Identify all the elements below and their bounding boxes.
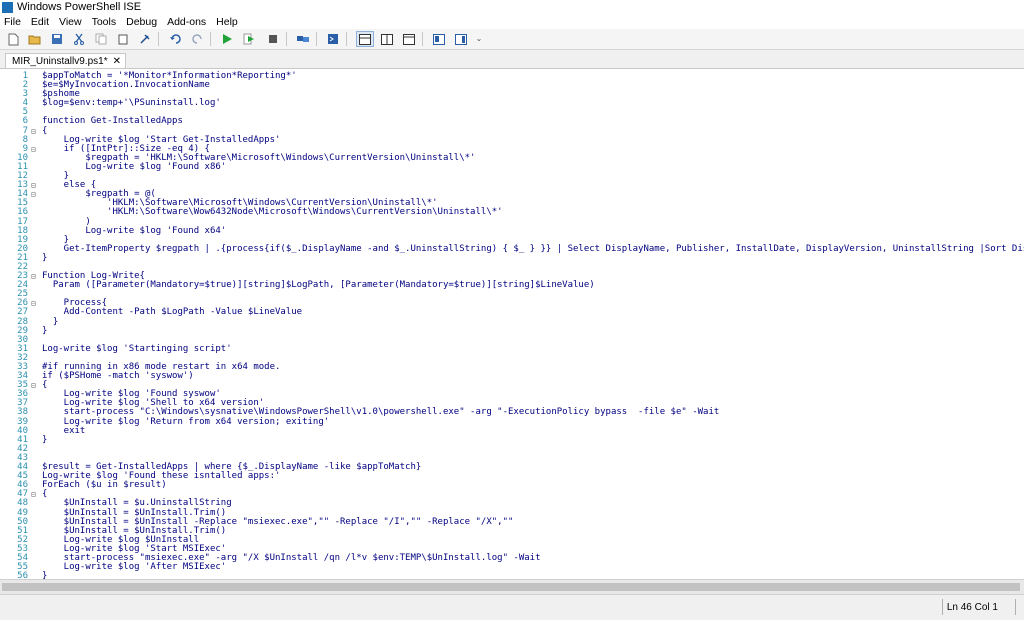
toolbar-separator: [286, 32, 287, 46]
code-line: 40 exit: [0, 425, 1024, 436]
code-text: ForEach ($u in $result): [42, 480, 167, 491]
fold-toggle-icon[interactable]: ⊟: [31, 145, 39, 154]
script-editor[interactable]: 1 $appToMatch = '*Monitor*Information*Rep…: [0, 68, 1024, 580]
show-commands-icon[interactable]: [454, 32, 468, 46]
code-line: 27 Add-Content -Path $LogPath -Value $Li…: [0, 308, 1024, 317]
layout-max-icon[interactable]: [402, 32, 416, 46]
fold-toggle-icon[interactable]: ⊟: [31, 127, 39, 136]
save-icon[interactable]: [50, 32, 64, 46]
code-line: 31 Log-write $log 'Startinging script': [0, 343, 1024, 354]
layout-top-icon[interactable]: [356, 31, 374, 47]
fold-toggle-icon[interactable]: ⊟: [31, 272, 39, 281]
code-line: 29}: [0, 325, 1024, 336]
fold-toggle-icon[interactable]: ⊟: [31, 181, 39, 190]
title-bar: Windows PowerShell ISE: [0, 0, 1024, 15]
tab-label: MIR_Uninstallv9.ps1*: [12, 56, 108, 67]
undo-icon[interactable]: [168, 32, 182, 46]
layout-right-icon[interactable]: [380, 32, 394, 46]
paste-icon[interactable]: [116, 32, 130, 46]
code-line: 11 Log-write $log 'Found x86': [0, 161, 1024, 172]
tab-script[interactable]: MIR_Uninstallv9.ps1* ✕: [5, 53, 126, 69]
status-bar: Ln 46 Col 1: [0, 594, 1024, 620]
cursor-position: Ln 46 Col 1: [946, 602, 998, 613]
code-text: exit: [42, 425, 86, 436]
code-text: 'HKLM:\Software\Wow6432Node\Microsoft\Wi…: [42, 207, 503, 218]
toolbar: ⌄: [0, 29, 1024, 50]
run-icon[interactable]: [220, 32, 234, 46]
horizontal-scrollbar[interactable]: [0, 579, 1024, 594]
show-script-icon[interactable]: [432, 32, 446, 46]
fold-toggle-icon[interactable]: ⊟: [31, 190, 39, 199]
code-text: }: [42, 252, 48, 263]
code-lines: 1 $appToMatch = '*Monitor*Information*Rep…: [0, 71, 1024, 580]
code-text: function Get-InstalledApps: [42, 116, 183, 127]
code-line: 16 'HKLM:\Software\Wow6432Node\Microsoft…: [0, 208, 1024, 217]
new-icon[interactable]: [6, 32, 20, 46]
menu-bar: File Edit View Tools Debug Add-ons Help: [0, 15, 1024, 29]
code-text: Param ([Parameter(Mandatory=$true)][stri…: [42, 280, 595, 291]
fold-toggle-icon[interactable]: ⊟: [31, 299, 39, 308]
open-icon[interactable]: [28, 32, 42, 46]
code-line: 2 $e=$MyInvocation.InvocationName: [0, 80, 1024, 90]
run-selection-icon[interactable]: [242, 32, 256, 46]
stop-icon[interactable]: [266, 32, 280, 46]
toolbar-separator: [346, 32, 347, 46]
code-line: 41}: [0, 434, 1024, 445]
code-line: 25: [0, 290, 1024, 299]
powershell-tab-icon[interactable]: [326, 32, 340, 46]
menu-edit[interactable]: Edit: [26, 15, 54, 29]
code-line: 21}: [0, 252, 1024, 263]
code-text: Log-write $log 'Startinging script': [42, 343, 232, 354]
code-line: 42: [0, 444, 1024, 454]
remote-icon[interactable]: [296, 32, 310, 46]
code-line: 34 if ($PSHome -match 'syswow'): [0, 371, 1024, 382]
menu-view[interactable]: View: [54, 15, 87, 29]
menu-tools[interactable]: Tools: [87, 15, 122, 29]
code-text: }: [42, 434, 48, 445]
powershell-icon: [2, 2, 13, 13]
code-line: 22: [0, 262, 1024, 272]
fold-toggle-icon[interactable]: ⊟: [31, 490, 39, 499]
code-line: 20 Get-ItemProperty $regpath | .{process…: [0, 243, 1024, 254]
code-line: 46 ForEach ($u in $result): [0, 481, 1024, 490]
cut-icon[interactable]: [72, 32, 86, 46]
code-line: 24 Param ([Parameter(Mandatory=$true)][s…: [0, 281, 1024, 290]
code-line: 39 Log-write $log 'Return from x64 versi…: [0, 416, 1024, 427]
code-text: Log-write $log 'Found x64': [42, 225, 227, 236]
code-text: }: [42, 325, 48, 336]
code-text: $log=$env:temp+'\PSuninstall.log': [42, 98, 221, 109]
menu-debug[interactable]: Debug: [121, 15, 162, 29]
menu-help[interactable]: Help: [211, 15, 243, 29]
code-line: 55 Log-write $log 'After MSIExec': [0, 562, 1024, 573]
toolbar-separator: [210, 32, 211, 46]
code-text: Get-ItemProperty $regpath | .{process{if…: [42, 243, 1024, 254]
more-icon[interactable]: ⌄: [472, 32, 486, 46]
toolbar-separator: [422, 32, 423, 46]
window-title: Windows PowerShell ISE: [17, 1, 142, 13]
toolbar-separator: [158, 32, 159, 46]
menu-addons[interactable]: Add-ons: [162, 15, 211, 29]
toolbar-separator: [316, 32, 317, 46]
status-divider: [1015, 599, 1016, 615]
code-line: 12 }: [0, 171, 1024, 181]
code-text: Log-write $log 'After MSIExec': [42, 562, 227, 573]
code-line: 18 Log-write $log 'Found x64': [0, 225, 1024, 236]
code-line: 28 }: [0, 317, 1024, 327]
code-text: Log-write $log 'Found x86': [42, 161, 227, 172]
code-text: Add-Content -Path $LogPath -Value $LineV…: [42, 307, 303, 318]
code-line: 6 function Get-InstalledApps: [0, 117, 1024, 126]
fold-toggle-icon[interactable]: ⊟: [31, 381, 39, 390]
close-icon[interactable]: ✕: [113, 56, 121, 67]
script-tab-strip: MIR_Uninstallv9.ps1* ✕: [0, 50, 1024, 69]
scrollbar-thumb[interactable]: [2, 583, 1020, 591]
clear-icon[interactable]: [138, 32, 152, 46]
code-text: if ($PSHome -match 'syswow'): [42, 371, 194, 382]
code-text: Log-write $log 'Return from x64 version;…: [42, 416, 330, 427]
status-divider: [942, 599, 943, 615]
menu-file[interactable]: File: [0, 15, 26, 29]
code-line: 4 $log=$env:temp+'\PSuninstall.log': [0, 99, 1024, 108]
redo-icon[interactable]: [190, 32, 204, 46]
copy-icon[interactable]: [94, 32, 108, 46]
